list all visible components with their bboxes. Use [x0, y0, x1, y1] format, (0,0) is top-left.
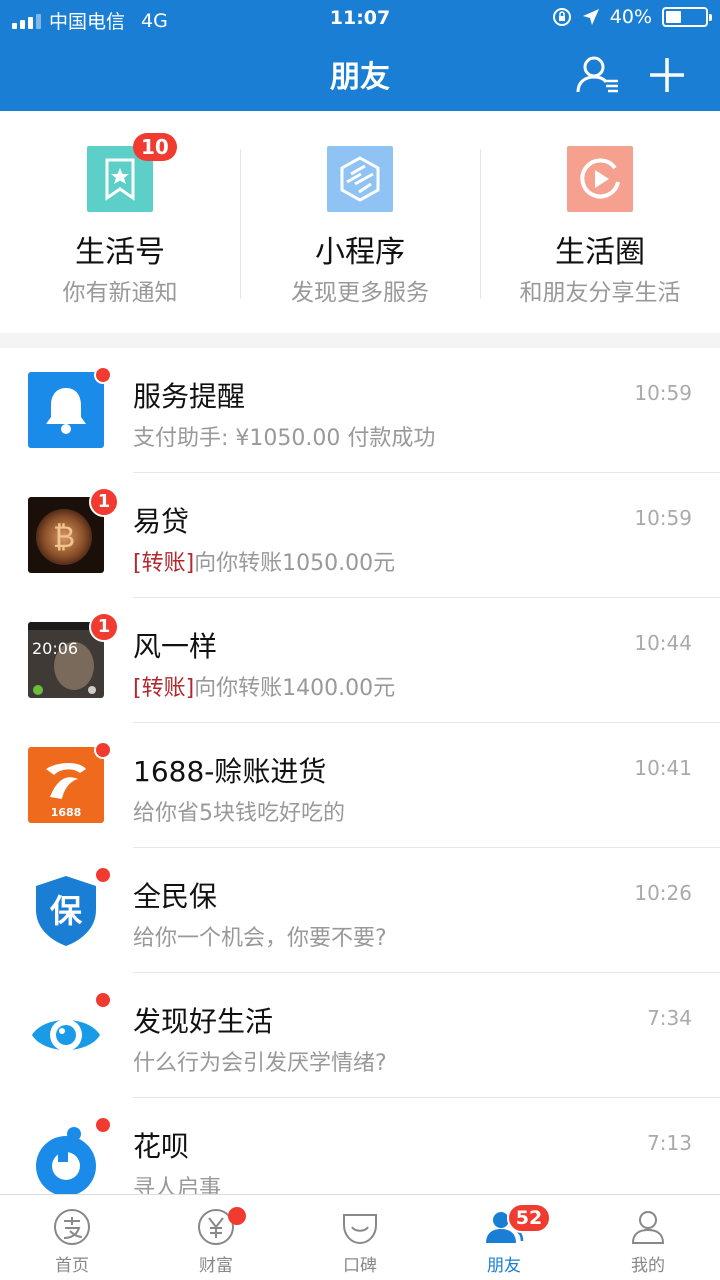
message-title: 风一样: [133, 630, 218, 663]
service-name: 生活圈: [555, 235, 645, 270]
service-name: 生活号: [75, 235, 165, 270]
message-title: 易贷: [133, 505, 190, 538]
life-circle-icon: [567, 146, 633, 212]
tab-unread-dot: [228, 1207, 246, 1225]
message-time: 10:44: [634, 631, 692, 655]
message-time: 10:59: [634, 381, 692, 405]
message-time: 7:34: [647, 1006, 692, 1030]
message-preview: 寻人启事: [133, 1176, 222, 1194]
top-bar: 中国电信 4G 11:07 40% 朋友: [0, 0, 720, 111]
shield-logo-icon: 保: [28, 872, 104, 948]
tab-label: 口碑: [343, 1256, 377, 1276]
1688-logo-icon: 1688: [28, 747, 104, 823]
tab-home[interactable]: 首页: [0, 1195, 144, 1280]
message-preview: [转账]向你转账1050.00元: [133, 551, 396, 576]
unread-count-badge: 1: [89, 612, 119, 642]
message-preview: 什么行为会引发厌学情绪?: [133, 1051, 387, 1076]
service-mini-program[interactable]: 小程序 发现更多服务: [240, 111, 480, 333]
message-preview: 支付助手: ¥1050.00 付款成功: [133, 426, 436, 451]
message-preview: 给你一个机会，你要不要?: [133, 926, 387, 951]
message-time: 10:41: [634, 756, 692, 780]
eye-logo-icon: [28, 997, 104, 1073]
koubei-icon: [343, 1214, 377, 1245]
service-life-account[interactable]: 10 生活号 你有新通知: [0, 111, 240, 333]
avatar-clock-text: 20:06: [32, 639, 78, 658]
avatar-logo-text: 保: [50, 892, 83, 930]
tab-bar: 首页 财富 口碑 52 朋友 我的: [0, 1194, 720, 1280]
service-subtitle: 发现更多服务: [291, 280, 429, 306]
alipay-icon: [54, 1209, 90, 1245]
list-item[interactable]: 花呗 寻人启事 7:13: [0, 1098, 720, 1194]
message-title: 发现好生活: [133, 1005, 274, 1038]
status-bar: 中国电信 4G 11:07 40%: [0, 0, 720, 36]
list-item[interactable]: 保 全民保 给你一个机会，你要不要? 10:26: [0, 848, 720, 973]
tab-mine[interactable]: 我的: [576, 1195, 720, 1280]
tab-unread-count-badge: 52: [507, 1203, 551, 1233]
orientation-lock-icon: [552, 8, 571, 26]
message-title: 全民保: [133, 880, 218, 913]
list-item[interactable]: 20:06 1 风一样 [转账]向你转账1400.00元 10:44: [0, 598, 720, 723]
message-preview: 给你省5块钱吃好吃的: [133, 801, 345, 826]
message-time: 10:59: [634, 506, 692, 530]
message-list: 服务提醒 支付助手: ¥1050.00 付款成功 10:59 ₿ 1 易贷 [转…: [0, 348, 720, 1194]
service-subtitle: 你有新通知: [62, 280, 178, 306]
tab-label: 首页: [55, 1256, 89, 1276]
add-icon[interactable]: [644, 52, 690, 98]
location-icon: [582, 9, 599, 25]
battery-percent: 40%: [609, 6, 652, 28]
bell-icon: [28, 372, 104, 448]
message-title: 花呗: [133, 1130, 190, 1163]
tab-koubei[interactable]: 口碑: [288, 1195, 432, 1280]
svg-text:₿: ₿: [53, 520, 75, 555]
person-icon: [631, 1211, 665, 1244]
message-time: 7:13: [647, 1131, 692, 1155]
message-time: 10:26: [634, 881, 692, 905]
tab-label: 我的: [631, 1256, 665, 1276]
unread-dot: [94, 866, 112, 884]
list-item[interactable]: 发现好生活 什么行为会引发厌学情绪? 7:34: [0, 973, 720, 1098]
service-life-circle[interactable]: 生活圈 和朋友分享生活: [480, 111, 720, 333]
service-subtitle: 和朋友分享生活: [519, 280, 681, 306]
avatar-logo-text: 1688: [51, 806, 82, 819]
service-name: 小程序: [315, 235, 405, 270]
unread-count-badge: 1: [89, 487, 119, 517]
unread-dot: [94, 991, 112, 1009]
tab-friends[interactable]: 52 朋友: [432, 1195, 576, 1280]
unread-dot: [94, 741, 112, 759]
battery-icon: [662, 7, 712, 27]
huabei-logo-icon: [28, 1122, 104, 1194]
tab-wealth[interactable]: 财富: [144, 1195, 288, 1280]
unread-dot: [94, 1116, 112, 1134]
message-title: 1688-赊账进货: [133, 755, 327, 788]
unread-dot: [94, 366, 112, 384]
contacts-icon[interactable]: [574, 52, 620, 98]
services-panel: 10 生活号 你有新通知 小程序 发现更多服务 生活圈 和朋友分享生活: [0, 111, 720, 333]
list-item[interactable]: 1688 1688-赊账进货 给你省5块钱吃好吃的 10:41: [0, 723, 720, 848]
tab-label: 财富: [199, 1256, 233, 1276]
message-title: 服务提醒: [133, 380, 246, 413]
service-badge: 10: [133, 133, 177, 161]
list-item[interactable]: ₿ 1 易贷 [转账]向你转账1050.00元 10:59: [0, 473, 720, 598]
mini-program-icon: [327, 146, 393, 212]
list-item[interactable]: 服务提醒 支付助手: ¥1050.00 付款成功 10:59: [0, 348, 720, 473]
tab-label: 朋友: [487, 1256, 521, 1276]
message-preview: [转账]向你转账1400.00元: [133, 676, 396, 701]
